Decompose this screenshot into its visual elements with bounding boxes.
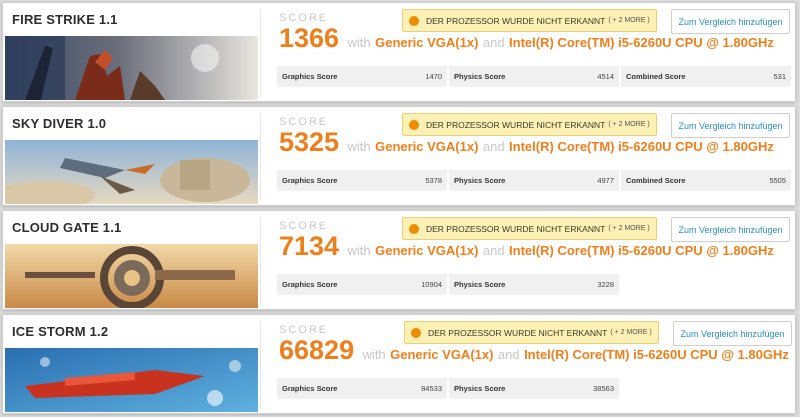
with-label: with — [347, 139, 371, 154]
subscore-value: 3228 — [597, 280, 614, 289]
warning-icon — [411, 327, 421, 338]
gpu-name: Generic VGA(1x) — [390, 347, 494, 362]
subscore-label: Combined Score — [626, 176, 686, 185]
processor-warning-badge[interactable]: DER PROZESSOR WURDE NICHT ERKANNT ( + 2 … — [402, 217, 657, 240]
with-label: with — [347, 243, 371, 258]
benchmark-header: FIRE STRIKE 1.1 — [3, 3, 260, 101]
benchmark-header: SKY DIVER 1.0 — [3, 107, 260, 205]
add-to-comparison-button[interactable]: Zum Vergleich hinzufügen — [671, 113, 790, 138]
add-to-comparison-button[interactable]: Zum Vergleich hinzufügen — [673, 321, 792, 346]
subscore-row: Graphics Score 1470 Physics Score 4514 C… — [277, 66, 791, 87]
subscore-value: 38563 — [593, 384, 614, 393]
benchmark-header: ICE STORM 1.2 — [3, 315, 260, 413]
cpu-name: Intel(R) Core(TM) i5-6260U CPU @ 1.80GHz — [509, 35, 774, 50]
subscore-value: 10904 — [421, 280, 442, 289]
subscore-label: Physics Score — [454, 280, 506, 289]
with-label: with — [362, 347, 386, 362]
benchmark-artwork — [5, 244, 258, 308]
subscore-label: Graphics Score — [282, 176, 338, 185]
subscore-label: Graphics Score — [282, 72, 338, 81]
benchmark-artwork — [5, 36, 258, 100]
benchmark-title: ICE STORM 1.2 — [12, 324, 109, 339]
score-value: 1366 — [279, 23, 340, 53]
benchmark-header: CLOUD GATE 1.1 — [3, 211, 260, 309]
warning-more-link[interactable]: ( + 2 MORE ) — [608, 225, 649, 232]
score-value: 7134 — [279, 231, 340, 261]
subscore-label: Physics Score — [454, 176, 506, 185]
and-label: and — [482, 35, 505, 50]
cpu-name: Intel(R) Core(TM) i5-6260U CPU @ 1.80GHz — [524, 347, 789, 362]
warning-more-link[interactable]: ( + 2 MORE ) — [608, 17, 649, 24]
add-to-comparison-button[interactable]: Zum Vergleich hinzufügen — [671, 9, 790, 34]
subscore-graphics: Graphics Score 1470 — [277, 66, 447, 87]
benchmark-artwork — [5, 140, 258, 204]
subscore-label: Graphics Score — [282, 280, 338, 289]
benchmark-results: SCORE 5325 with Generic VGA(1x) and Inte… — [261, 107, 795, 205]
subscore-physics: Physics Score 4977 — [449, 170, 619, 191]
subscore-physics: Physics Score 3228 — [449, 274, 619, 295]
processor-warning-badge[interactable]: DER PROZESSOR WURDE NICHT ERKANNT ( + 2 … — [404, 321, 659, 344]
subscore-graphics: Graphics Score 84533 — [277, 378, 447, 399]
gpu-name: Generic VGA(1x) — [375, 139, 479, 154]
warning-more-link[interactable]: ( + 2 MORE ) — [610, 329, 651, 336]
score-value: 5325 — [279, 127, 340, 157]
benchmark-title: SKY DIVER 1.0 — [12, 116, 107, 131]
warning-text: DER PROZESSOR WURDE NICHT ERKANNT — [426, 15, 606, 26]
gpu-name: Generic VGA(1x) — [375, 243, 479, 258]
subscore-label: Combined Score — [626, 72, 686, 81]
benchmark-results: SCORE 1366 with Generic VGA(1x) and Inte… — [261, 3, 795, 101]
benchmark-results: SCORE 66829 with Generic VGA(1x) and Int… — [261, 315, 795, 413]
subscore-value: 5378 — [425, 176, 442, 185]
benchmark-card-cloud-gate: CLOUD GATE 1.1 SCORE 7134 with Generic V… — [2, 210, 796, 310]
subscore-graphics: Graphics Score 10904 — [277, 274, 447, 295]
subscore-value: 5505 — [769, 176, 786, 185]
subscore-graphics: Graphics Score 5378 — [277, 170, 447, 191]
benchmark-card-sky-diver: SKY DIVER 1.0 SCORE 5325 with Generic VG… — [2, 106, 796, 206]
with-label: with — [347, 35, 371, 50]
subscore-value: 84533 — [421, 384, 442, 393]
warning-text: DER PROZESSOR WURDE NICHT ERKANNT — [428, 327, 608, 338]
and-label: and — [497, 347, 520, 362]
processor-warning-badge[interactable]: DER PROZESSOR WURDE NICHT ERKANNT ( + 2 … — [402, 113, 657, 136]
warning-icon — [409, 119, 419, 130]
subscore-row: Graphics Score 10904 Physics Score 3228 — [277, 274, 619, 295]
subscore-row: Graphics Score 5378 Physics Score 4977 C… — [277, 170, 791, 191]
warning-more-link[interactable]: ( + 2 MORE ) — [608, 121, 649, 128]
subscore-label: Physics Score — [454, 384, 506, 393]
cpu-name: Intel(R) Core(TM) i5-6260U CPU @ 1.80GHz — [509, 139, 774, 154]
cpu-name: Intel(R) Core(TM) i5-6260U CPU @ 1.80GHz — [509, 243, 774, 258]
benchmark-artwork — [5, 348, 258, 412]
gpu-name: Generic VGA(1x) — [375, 35, 479, 50]
subscore-value: 4977 — [597, 176, 614, 185]
warning-icon — [409, 223, 419, 234]
subscore-label: Graphics Score — [282, 384, 338, 393]
add-to-comparison-button[interactable]: Zum Vergleich hinzufügen — [671, 217, 790, 242]
subscore-combined: Combined Score 531 — [621, 66, 791, 87]
benchmark-results: SCORE 7134 with Generic VGA(1x) and Inte… — [261, 211, 795, 309]
processor-warning-badge[interactable]: DER PROZESSOR WURDE NICHT ERKANNT ( + 2 … — [402, 9, 657, 32]
benchmark-card-ice-storm: ICE STORM 1.2 SCORE 66829 with Generic V… — [2, 314, 796, 414]
benchmark-title: FIRE STRIKE 1.1 — [12, 12, 118, 27]
and-label: and — [482, 139, 505, 154]
warning-icon — [409, 15, 419, 26]
score-value: 66829 — [279, 335, 355, 365]
benchmark-card-fire-strike: FIRE STRIKE 1.1 SCORE 1366 with Generic … — [2, 2, 796, 102]
subscore-physics: Physics Score 4514 — [449, 66, 619, 87]
warning-text: DER PROZESSOR WURDE NICHT ERKANNT — [426, 119, 606, 130]
and-label: and — [482, 243, 505, 258]
benchmark-title: CLOUD GATE 1.1 — [12, 220, 122, 235]
subscore-row: Graphics Score 84533 Physics Score 38563 — [277, 378, 619, 399]
subscore-value: 4514 — [597, 72, 614, 81]
warning-text: DER PROZESSOR WURDE NICHT ERKANNT — [426, 223, 606, 234]
subscore-value: 1470 — [425, 72, 442, 81]
subscore-value: 531 — [773, 72, 786, 81]
subscore-label: Physics Score — [454, 72, 506, 81]
subscore-combined: Combined Score 5505 — [621, 170, 791, 191]
subscore-physics: Physics Score 38563 — [449, 378, 619, 399]
